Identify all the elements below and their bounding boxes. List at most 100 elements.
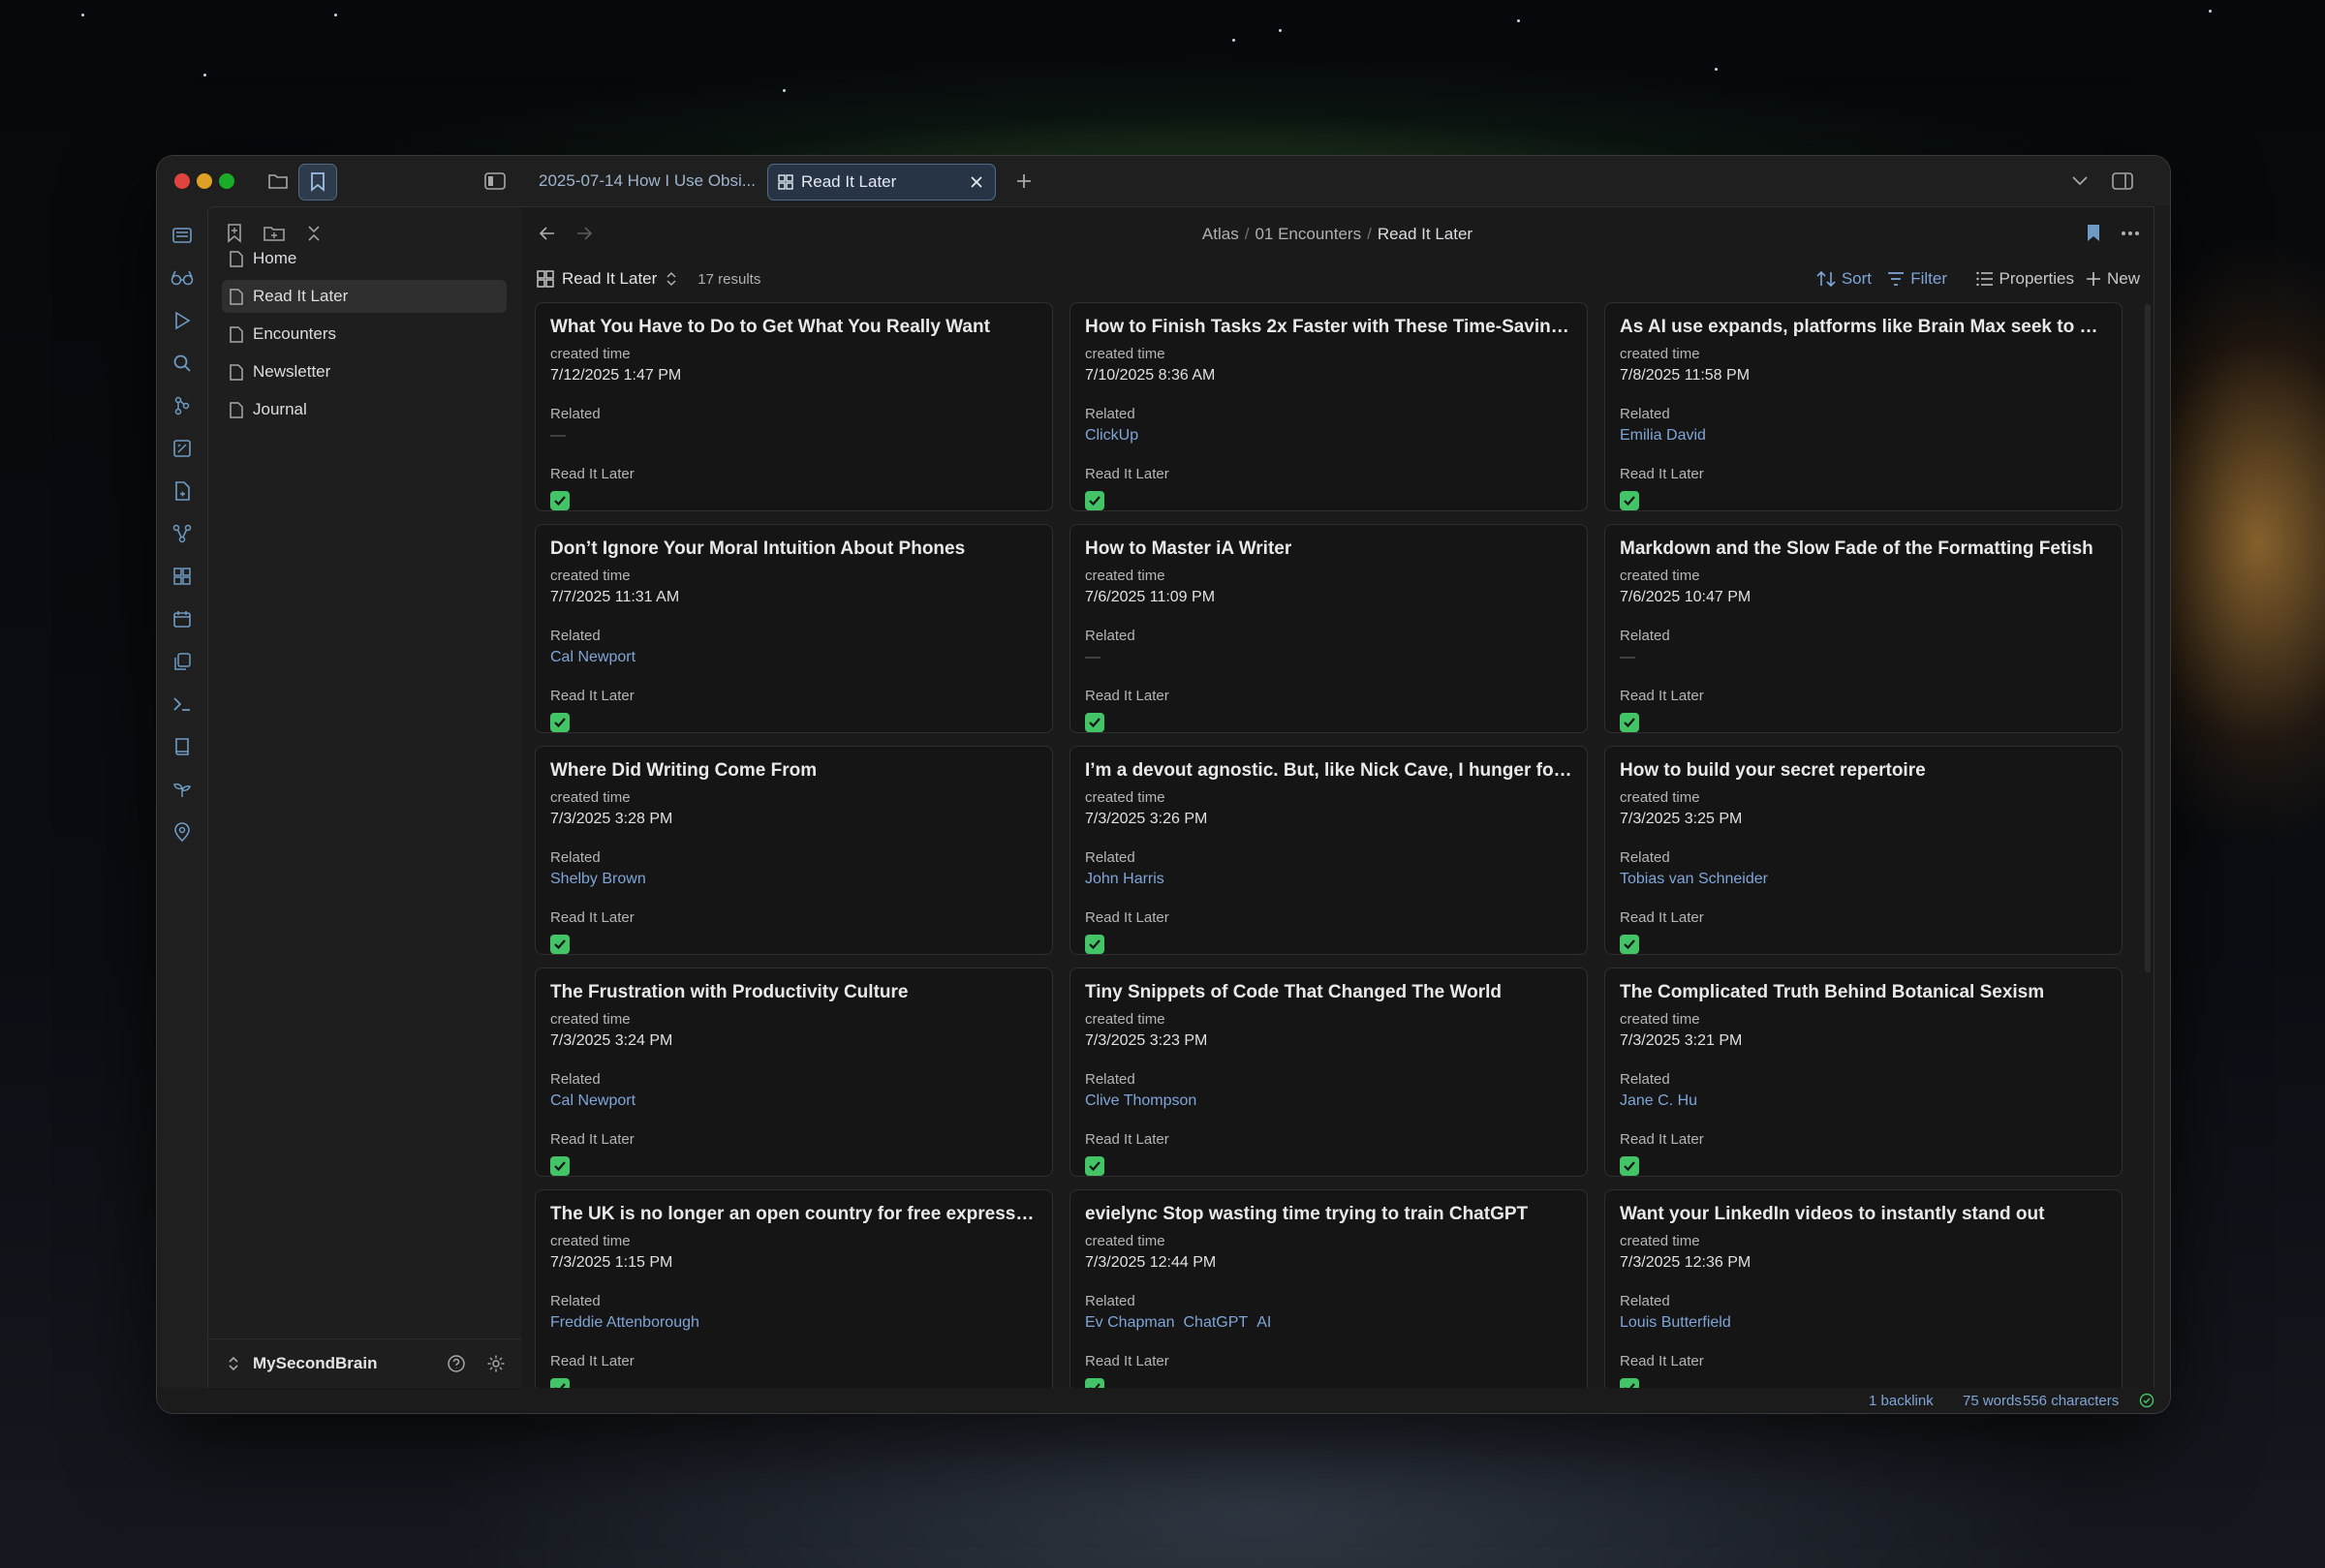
note-card[interactable]: How to Master iA Writer created time 7/6/2… bbox=[1070, 524, 1588, 733]
note-card[interactable]: Don’t Ignore Your Moral Intuition About … bbox=[535, 524, 1053, 733]
card-title[interactable]: Markdown and the Slow Fade of the Format… bbox=[1620, 538, 2107, 562]
card-title[interactable]: What You Have to Do to Get What You Real… bbox=[550, 317, 1038, 340]
note-card[interactable]: What You Have to Do to Get What You Real… bbox=[535, 302, 1053, 511]
card-title[interactable]: Want your LinkedIn videos to instantly s… bbox=[1620, 1204, 2107, 1227]
read-it-later-checkbox[interactable] bbox=[1620, 1378, 1639, 1388]
zoom-window-button[interactable] bbox=[219, 173, 234, 189]
sort-button[interactable]: Sort bbox=[1816, 261, 1872, 296]
new-button[interactable]: New bbox=[2086, 261, 2140, 296]
git-icon[interactable] bbox=[170, 393, 195, 418]
location-icon[interactable] bbox=[170, 819, 195, 845]
card-title[interactable]: As AI use expands, platforms like Brain … bbox=[1620, 317, 2107, 340]
related-link[interactable]: Emilia David bbox=[1620, 427, 1706, 444]
note-card[interactable]: The Frustration with Productivity Cultur… bbox=[535, 968, 1053, 1177]
bookmark-filled-icon[interactable] bbox=[2086, 224, 2101, 243]
read-it-later-checkbox[interactable] bbox=[1085, 491, 1104, 510]
scrollbar[interactable] bbox=[2145, 304, 2151, 972]
more-options-icon[interactable] bbox=[2121, 231, 2140, 236]
note-card[interactable]: How to Finish Tasks 2x Faster with These… bbox=[1070, 302, 1588, 511]
read-it-later-checkbox[interactable] bbox=[550, 1156, 570, 1176]
note-card[interactable]: The UK is no longer an open country for … bbox=[535, 1189, 1053, 1388]
card-title[interactable]: The UK is no longer an open country for … bbox=[550, 1204, 1038, 1227]
toggle-right-sidebar-button[interactable] bbox=[2104, 164, 2141, 199]
backlink-count[interactable]: 1 backlink bbox=[1869, 1393, 1934, 1409]
terminal-icon[interactable] bbox=[170, 692, 195, 717]
graph-icon[interactable] bbox=[170, 521, 195, 546]
new-tab-button[interactable] bbox=[1006, 164, 1042, 199]
card-title[interactable]: How to build your secret repertoire bbox=[1620, 760, 2107, 784]
read-it-later-checkbox[interactable] bbox=[1085, 1156, 1104, 1176]
note-card[interactable]: How to build your secret repertoire creat… bbox=[1604, 746, 2123, 955]
read-it-later-checkbox[interactable] bbox=[1620, 713, 1639, 732]
card-title[interactable]: How to Finish Tasks 2x Faster with These… bbox=[1085, 317, 1572, 340]
read-it-later-checkbox[interactable] bbox=[1620, 1156, 1639, 1176]
related-link[interactable]: Cal Newport bbox=[550, 649, 636, 665]
note-card[interactable]: Markdown and the Slow Fade of the Format… bbox=[1604, 524, 2123, 733]
related-link[interactable]: Clive Thompson bbox=[1085, 1092, 1196, 1109]
read-it-later-checkbox[interactable] bbox=[550, 713, 570, 732]
minimize-window-button[interactable] bbox=[197, 173, 212, 189]
related-link[interactable]: Freddie Attenborough bbox=[550, 1314, 699, 1331]
note-card[interactable]: Want your LinkedIn videos to instantly s… bbox=[1604, 1189, 2123, 1388]
card-title[interactable]: Don’t Ignore Your Moral Intuition About … bbox=[550, 538, 1038, 562]
related-link[interactable]: ClickUp bbox=[1085, 427, 1138, 444]
new-note-icon[interactable] bbox=[170, 478, 195, 504]
note-card[interactable]: Tiny Snippets of Code That Changed The W… bbox=[1070, 968, 1588, 1177]
card-title[interactable]: Where Did Writing Come From bbox=[550, 760, 1038, 784]
files-icon[interactable] bbox=[170, 223, 195, 248]
related-link[interactable]: Shelby Brown bbox=[550, 871, 646, 887]
help-icon[interactable] bbox=[447, 1354, 466, 1373]
sidebar-item-read-it-later[interactable]: Read It Later bbox=[222, 280, 507, 313]
related-link[interactable]: John Harris bbox=[1085, 871, 1164, 887]
related-link[interactable]: AI bbox=[1256, 1314, 1271, 1331]
read-it-later-checkbox[interactable] bbox=[550, 1378, 570, 1388]
read-it-later-checkbox[interactable] bbox=[550, 491, 570, 510]
tab-list-button[interactable] bbox=[2062, 164, 2098, 199]
read-it-later-checkbox[interactable] bbox=[1620, 491, 1639, 510]
read-it-later-checkbox[interactable] bbox=[1085, 935, 1104, 954]
note-card[interactable]: The Complicated Truth Behind Botanical S… bbox=[1604, 968, 2123, 1177]
related-link[interactable]: Jane C. Hu bbox=[1620, 1092, 1697, 1109]
glasses-icon[interactable] bbox=[170, 265, 195, 291]
sidebar-item-home[interactable]: Home bbox=[222, 242, 507, 275]
read-it-later-checkbox[interactable] bbox=[1085, 1378, 1104, 1388]
sidebar-item-newsletter[interactable]: Newsletter bbox=[222, 355, 507, 388]
sidebar-item-encounters[interactable]: Encounters bbox=[222, 318, 507, 351]
read-it-later-checkbox[interactable] bbox=[550, 935, 570, 954]
toggle-sidebar-button[interactable] bbox=[477, 164, 513, 199]
calendar-icon[interactable] bbox=[170, 606, 195, 631]
play-icon[interactable] bbox=[170, 308, 195, 333]
sprout-icon[interactable] bbox=[170, 777, 195, 802]
card-title[interactable]: evielync Stop wasting time trying to tra… bbox=[1085, 1204, 1572, 1227]
card-title[interactable]: The Frustration with Productivity Cultur… bbox=[550, 982, 1038, 1005]
card-title[interactable]: Tiny Snippets of Code That Changed The W… bbox=[1085, 982, 1572, 1005]
related-link[interactable]: Louis Butterfield bbox=[1620, 1314, 1731, 1331]
sidebar-item-journal[interactable]: Journal bbox=[222, 393, 507, 426]
breadcrumb-item[interactable]: 01 Encounters bbox=[1255, 225, 1361, 243]
bookmarks-button[interactable] bbox=[298, 164, 337, 200]
filter-button[interactable]: Filter bbox=[1887, 261, 1947, 296]
file-explorer-button[interactable] bbox=[260, 164, 296, 199]
properties-button[interactable]: Properties bbox=[1975, 261, 2074, 296]
related-link[interactable]: ChatGPT bbox=[1184, 1314, 1249, 1331]
related-link[interactable]: Ev Chapman bbox=[1085, 1314, 1175, 1331]
card-title[interactable]: How to Master iA Writer bbox=[1085, 538, 1572, 562]
read-it-later-checkbox[interactable] bbox=[1085, 713, 1104, 732]
gear-icon[interactable] bbox=[486, 1354, 506, 1373]
bases-icon[interactable] bbox=[170, 564, 195, 589]
canvas-icon[interactable] bbox=[170, 436, 195, 461]
card-title[interactable]: I’m a devout agnostic. But, like Nick Ca… bbox=[1085, 760, 1572, 784]
book-icon[interactable] bbox=[170, 734, 195, 759]
view-selector[interactable]: Read It Later 17 results bbox=[537, 261, 760, 296]
copy-icon[interactable] bbox=[170, 649, 195, 674]
search-icon[interactable] bbox=[170, 351, 195, 376]
vault-switcher[interactable]: MySecondBrain bbox=[208, 1338, 521, 1388]
note-card[interactable]: I’m a devout agnostic. But, like Nick Ca… bbox=[1070, 746, 1588, 955]
note-card[interactable]: Where Did Writing Come From created time 7… bbox=[535, 746, 1053, 955]
tab-read-it-later[interactable]: Read It Later bbox=[767, 164, 996, 200]
close-icon[interactable] bbox=[970, 175, 983, 189]
card-title[interactable]: The Complicated Truth Behind Botanical S… bbox=[1620, 982, 2107, 1005]
related-link[interactable]: Cal Newport bbox=[550, 1092, 636, 1109]
read-it-later-checkbox[interactable] bbox=[1620, 935, 1639, 954]
related-link[interactable]: Tobias van Schneider bbox=[1620, 871, 1768, 887]
